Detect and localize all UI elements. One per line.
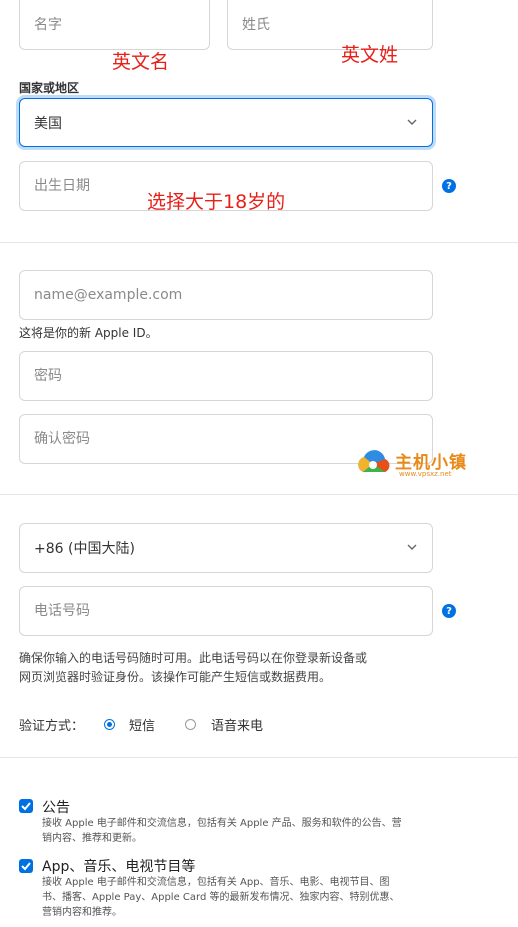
voice-radio[interactable] <box>185 718 196 730</box>
first-name-field[interactable] <box>19 0 210 50</box>
phone-note-line-1: 确保你输入的电话号码随时可用。此电话号码以在你登录新设备或 <box>19 651 368 665</box>
first-name-annotation: 英文名 <box>112 51 170 73</box>
chevron-down-icon <box>407 544 417 550</box>
announcements-desc-line-1: 接收 Apple 电子邮件和交流信息，包括有关 Apple 产品、服务和软件的公… <box>42 818 402 829</box>
announcements-desc: 接收 Apple 电子邮件和交流信息，包括有关 Apple 产品、服务和软件的公… <box>42 816 437 846</box>
email-hint: 这将是你的新 Apple ID。 <box>19 326 158 340</box>
phone-note-line-2: 网页浏览器时验证身份。该操作可能产生短信或数据费用。 <box>19 670 332 684</box>
email-input[interactable] <box>20 271 432 319</box>
divider-1 <box>0 242 518 243</box>
announcements-checkbox[interactable] <box>19 799 33 813</box>
country-select[interactable]: 美国 <box>19 98 433 147</box>
country-code-select[interactable]: +86 (中国大陆) <box>19 523 433 573</box>
last-name-field[interactable] <box>227 0 433 50</box>
sms-radio[interactable] <box>104 718 115 730</box>
email-field[interactable] <box>19 270 433 320</box>
announcements-desc-line-2: 销内容、推荐和更新。 <box>42 833 142 844</box>
check-icon <box>21 802 31 811</box>
phone-number-input[interactable] <box>20 587 432 635</box>
phone-help-icon[interactable]: ? <box>442 604 456 618</box>
phone-note: 确保你输入的电话号码随时可用。此电话号码以在你登录新设备或 网页浏览器时验证身份… <box>19 649 439 687</box>
last-name-annotation: 英文姓 <box>341 44 399 66</box>
media-desc-line-1: 接收 Apple 电子邮件和交流信息，包括有关 App、音乐、电影、电视节目、图 <box>42 877 390 888</box>
cloud-icon <box>358 450 390 472</box>
verification-label: 验证方式： <box>19 718 85 734</box>
password-input[interactable] <box>20 352 432 400</box>
country-value: 美国 <box>34 115 62 132</box>
country-code-value: +86 (中国大陆) <box>34 541 135 557</box>
last-name-input[interactable] <box>228 0 432 49</box>
country-label: 国家或地区 <box>19 81 80 95</box>
sms-label[interactable]: 短信 <box>129 715 173 734</box>
voice-label[interactable]: 语音来电 <box>211 715 263 734</box>
media-title: App、音乐、电视节目等 <box>42 859 196 875</box>
media-desc-line-3: 营销内容和推荐。 <box>42 907 122 918</box>
birthday-help-icon[interactable]: ? <box>442 179 456 193</box>
watermark-subtitle: www.vpsxz.net <box>399 470 452 478</box>
announcements-title: 公告 <box>42 800 70 816</box>
password-field[interactable] <box>19 351 433 401</box>
first-name-input[interactable] <box>20 0 209 49</box>
divider-3 <box>0 757 518 758</box>
chevron-down-icon <box>407 119 417 125</box>
phone-number-field[interactable] <box>19 586 433 636</box>
media-checkbox[interactable] <box>19 859 33 873</box>
check-icon <box>21 862 31 871</box>
verification-options: 验证方式： 短信 语音来电 <box>19 714 263 734</box>
media-desc: 接收 Apple 电子邮件和交流信息，包括有关 App、音乐、电影、电视节目、图… <box>42 875 437 920</box>
birthday-annotation: 选择大于18岁的 <box>147 191 286 213</box>
media-desc-line-2: 书、播客、Apple Pay、Apple Card 等的最新发布情况、独家内容、… <box>42 892 400 903</box>
watermark-logo: 主机小镇 www.vpsxz.net <box>355 446 485 482</box>
divider-2 <box>0 494 518 495</box>
